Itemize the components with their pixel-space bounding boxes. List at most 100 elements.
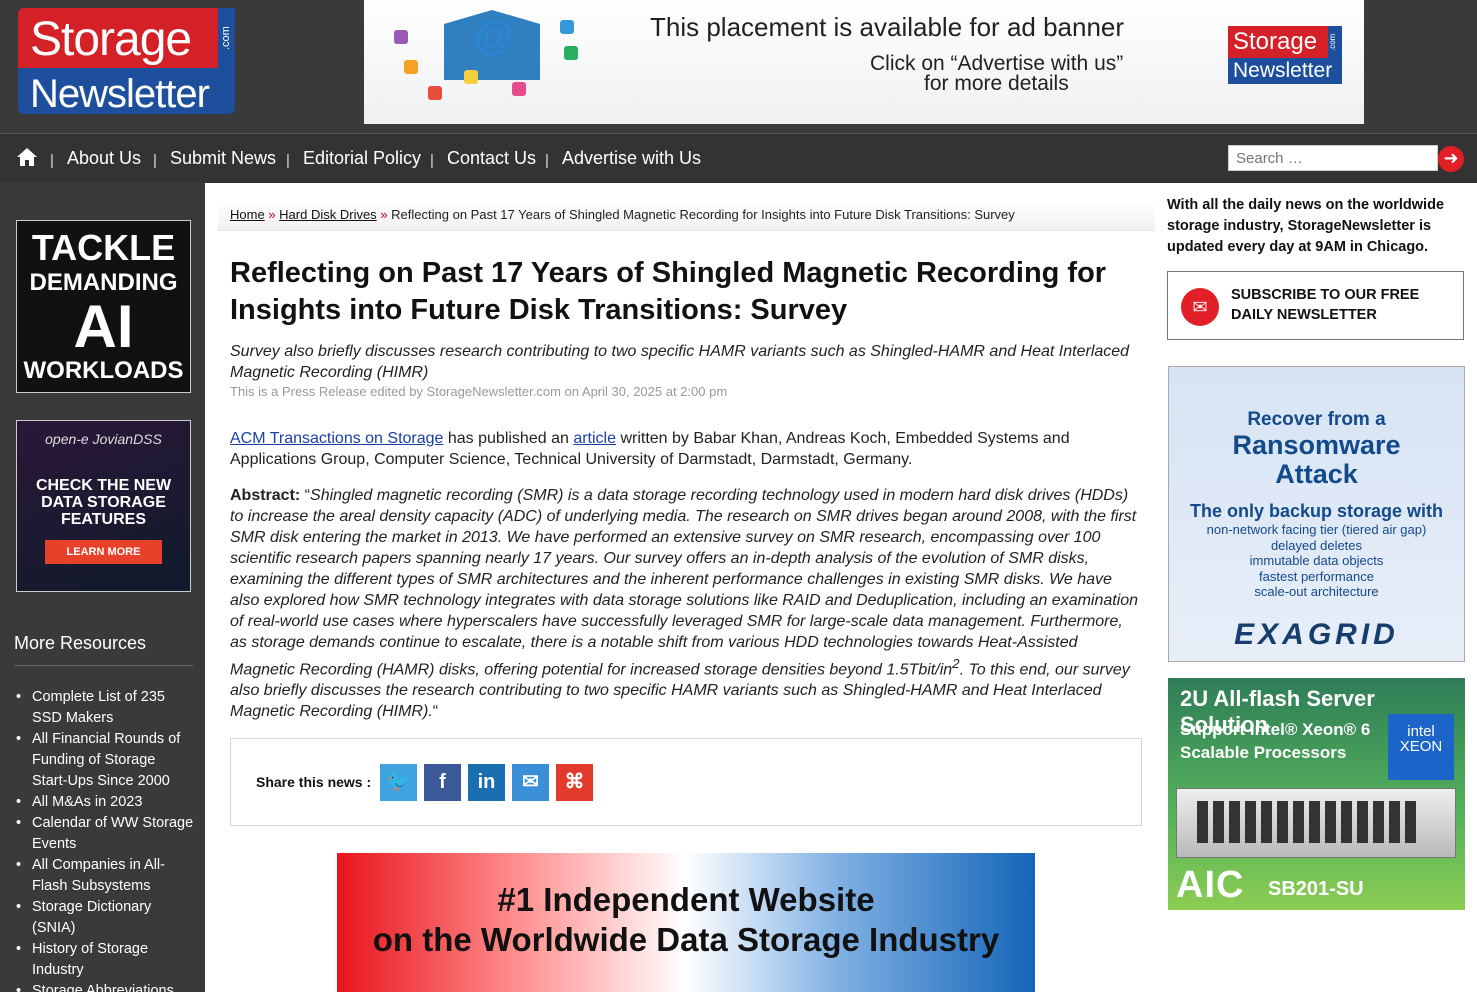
drive-slot bbox=[1197, 801, 1208, 843]
decor-icon bbox=[560, 20, 574, 34]
ad-aic-server[interactable]: 2U All-flash Server Solution Support Int… bbox=[1168, 678, 1465, 910]
breadcrumb-separator: » bbox=[380, 207, 388, 222]
article-link[interactable]: article bbox=[573, 430, 616, 447]
ad-exagrid[interactable]: Recover from a Ransomware Attack The onl… bbox=[1168, 366, 1465, 662]
exagrid-bullet: delayed deletes bbox=[1270, 537, 1363, 553]
ad-ai-line4: WORKLOADS bbox=[23, 357, 184, 384]
facebook-icon[interactable]: f bbox=[424, 764, 461, 801]
right-sidebar: With all the daily news on the worldwide… bbox=[1155, 183, 1477, 992]
nav-editorial-policy[interactable]: Editorial Policy bbox=[303, 148, 421, 169]
abstract-superscript: 2 bbox=[952, 656, 960, 671]
exagrid-line2: Ransomware bbox=[1232, 430, 1401, 460]
drive-slot bbox=[1229, 801, 1240, 843]
drive-slot bbox=[1213, 801, 1224, 843]
drive-slot bbox=[1325, 801, 1336, 843]
exagrid-line3: Attack bbox=[1275, 459, 1358, 489]
acm-link[interactable]: ACM Transactions on Storage bbox=[230, 430, 443, 447]
nav-advertise[interactable]: Advertise with Us bbox=[562, 148, 701, 169]
decor-icon bbox=[394, 30, 408, 44]
ad-ai-line1: TACKLE bbox=[31, 227, 176, 268]
abstract-quote-open: “ bbox=[300, 487, 311, 504]
resource-link[interactable]: Complete List of 235 SSD Makers bbox=[14, 687, 194, 729]
intel-line1: intel bbox=[1407, 723, 1435, 740]
logo-line2: Newsletter bbox=[30, 72, 210, 116]
ad-dss-headline: CHECK THE NEW DATA STORAGE FEATURES bbox=[35, 477, 172, 528]
article-abstract: Abstract: “Shingled magnetic recording (… bbox=[230, 485, 1140, 722]
exagrid-line4: The only backup storage with bbox=[1189, 501, 1444, 521]
search-input[interactable] bbox=[1228, 145, 1438, 171]
at-icon: @ bbox=[474, 14, 514, 58]
article-title: Reflecting on Past 17 Years of Shingled … bbox=[230, 257, 1107, 326]
drive-slot bbox=[1293, 801, 1304, 843]
resource-link[interactable]: History of Storage Industry bbox=[14, 939, 194, 981]
abstract-text: Shingled magnetic recording (SMR) is a d… bbox=[230, 487, 1139, 679]
drive-slot bbox=[1277, 801, 1288, 843]
resource-link[interactable]: Calendar of WW Storage Events bbox=[14, 813, 194, 855]
share-box: Share this news : 🐦 f in ✉ ⌘ bbox=[230, 738, 1142, 826]
ad-jovian-dss[interactable]: open-e JovianDSS CHECK THE NEW DATA STOR… bbox=[16, 420, 191, 592]
subscribe-label: SUBSCRIBE TO OUR FREE DAILY NEWSLETTER bbox=[1231, 287, 1420, 323]
decor-icon bbox=[464, 70, 478, 84]
nav-separator: | bbox=[153, 152, 157, 169]
drive-slot bbox=[1373, 801, 1384, 843]
resources-list: Complete List of 235 SSD Makers All Fina… bbox=[14, 687, 194, 992]
exagrid-line1: Recover from a bbox=[1247, 409, 1386, 430]
server-rack-image bbox=[1176, 788, 1456, 858]
article-intro: ACM Transactions on Storage has publishe… bbox=[230, 428, 1140, 470]
exagrid-bullet: immutable data objects bbox=[1249, 553, 1384, 568]
breadcrumb: Home » Hard Disk Drives » Reflecting on … bbox=[218, 202, 1155, 231]
drive-slot bbox=[1341, 801, 1352, 843]
linkedin-icon[interactable]: in bbox=[468, 764, 505, 801]
drive-slot bbox=[1261, 801, 1272, 843]
mail-icon: ✉ bbox=[1181, 288, 1219, 326]
resource-link[interactable]: Storage Dictionary (SNIA) bbox=[14, 897, 194, 939]
nav-separator: | bbox=[286, 152, 290, 169]
drive-slot bbox=[1357, 801, 1368, 843]
email-icon[interactable]: ✉ bbox=[512, 764, 549, 801]
banner-line1: #1 Independent Website bbox=[497, 881, 875, 918]
decor-icon bbox=[512, 82, 526, 96]
decor-icon bbox=[404, 60, 418, 74]
ad-ai-workloads[interactable]: TACKLE DEMANDING AI WORKLOADS bbox=[16, 220, 191, 393]
intel-line2: XEON bbox=[1399, 738, 1443, 755]
pdf-icon[interactable]: ⌘ bbox=[556, 764, 593, 801]
breadcrumb-home-link[interactable]: Home bbox=[230, 207, 265, 222]
divider bbox=[14, 665, 193, 666]
subscribe-button[interactable]: ✉ SUBSCRIBE TO OUR FREE DAILY NEWSLETTER bbox=[1167, 271, 1464, 340]
ad-ai-line3: AI bbox=[73, 293, 134, 360]
breadcrumb-category-link[interactable]: Hard Disk Drives bbox=[279, 207, 377, 222]
bottom-ad-banner[interactable]: #1 Independent Website on the Worldwide … bbox=[337, 853, 1035, 992]
server-model: SB201-SU bbox=[1268, 878, 1364, 900]
resource-link[interactable]: All Companies in All-Flash Subsystems bbox=[14, 855, 194, 897]
main-content: Home » Hard Disk Drives » Reflecting on … bbox=[205, 183, 1155, 992]
resource-link[interactable]: Storage Abbreviations bbox=[14, 981, 194, 992]
logo-line1: Storage bbox=[30, 13, 192, 66]
ad-mini-logo: Storage Newsletter .com bbox=[1228, 26, 1342, 84]
nav-submit-news[interactable]: Submit News bbox=[170, 148, 276, 169]
ad-line1: This placement is available for ad banne… bbox=[650, 12, 1125, 42]
ad-mini-logo-line2: Newsletter bbox=[1228, 58, 1342, 84]
exagrid-bullet: scale-out architecture bbox=[1254, 584, 1379, 599]
home-icon[interactable] bbox=[16, 146, 38, 168]
nav-contact-us[interactable]: Contact Us bbox=[447, 148, 536, 169]
resource-link[interactable]: All Financial Rounds of Funding of Stora… bbox=[14, 729, 194, 792]
breadcrumb-current: Reflecting on Past 17 Years of Shingled … bbox=[391, 207, 1015, 222]
banner-line2: on the Worldwide Data Storage Industry bbox=[372, 921, 1000, 958]
abstract-quote-close: “ bbox=[432, 703, 439, 721]
logo-suffix: .com bbox=[218, 8, 235, 68]
header-ad-banner[interactable]: @ This placement is available for ad ban… bbox=[364, 0, 1364, 124]
site-logo[interactable]: .com Storage Newsletter bbox=[18, 8, 235, 116]
site-header: .com Storage Newsletter @ This placement… bbox=[0, 0, 1477, 133]
resource-link[interactable]: All M&As in 2023 bbox=[14, 792, 194, 813]
server-sub2: Scalable Processors bbox=[1180, 743, 1347, 762]
update-note: With all the daily news on the worldwide… bbox=[1167, 197, 1445, 255]
arrow-right-icon[interactable]: ➜ bbox=[1438, 146, 1464, 172]
nav-about-us[interactable]: About Us bbox=[67, 148, 141, 169]
article-byline: This is a Press Release edited by Storag… bbox=[230, 384, 728, 399]
twitter-icon[interactable]: 🐦 bbox=[380, 764, 417, 801]
ad-dss-learn-more-button[interactable]: LEARN MORE bbox=[44, 540, 163, 564]
left-sidebar: TACKLE DEMANDING AI WORKLOADS open-e Jov… bbox=[0, 183, 205, 992]
aic-logo: AIC bbox=[1176, 864, 1245, 906]
drive-slot bbox=[1245, 801, 1256, 843]
ad-mini-logo-suffix: .com bbox=[1328, 26, 1342, 58]
